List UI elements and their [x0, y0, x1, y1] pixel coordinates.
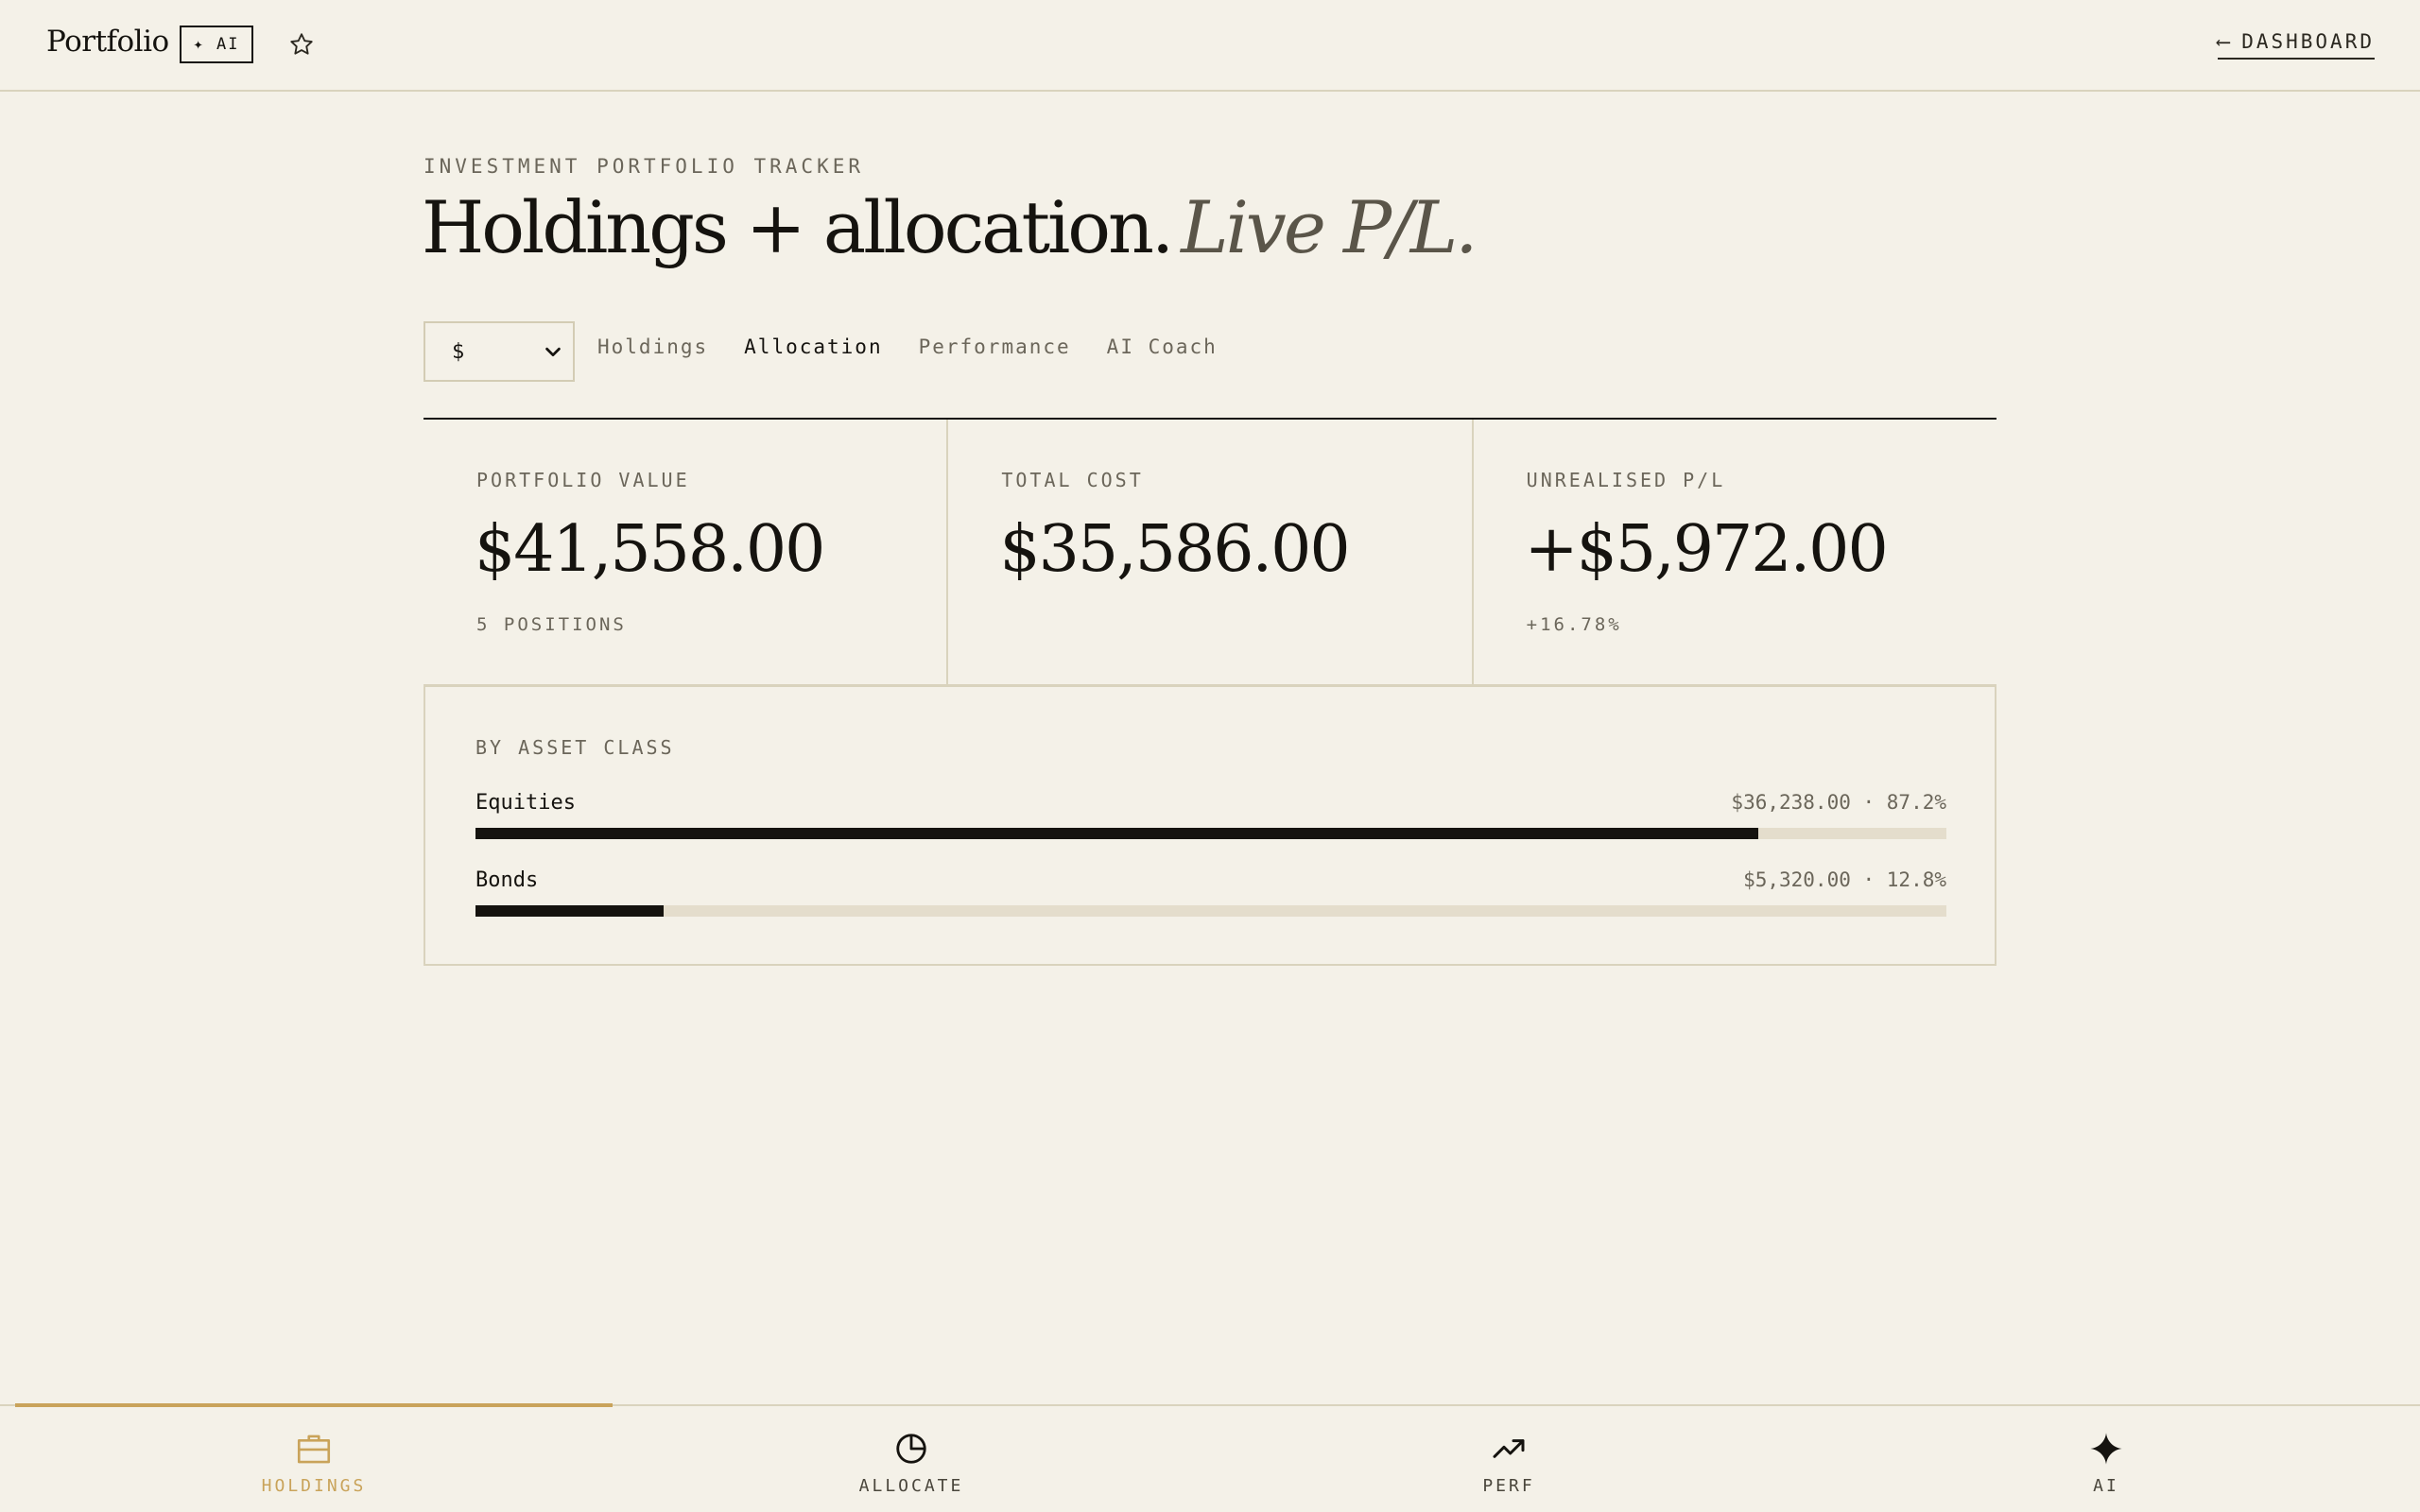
summary-stats: PORTFOLIO VALUE $41,558.00 5 POSITIONS T…	[424, 420, 1996, 686]
asset-row-equities: Equities $36,238.00 · 87.2%	[475, 791, 1946, 839]
view-tabs: Holdings Allocation Performance AI Coach	[597, 335, 1253, 358]
dashboard-link[interactable]: ⟵ DASHBOARD	[2217, 30, 2375, 60]
nav-label: HOLDINGS	[261, 1476, 367, 1496]
nav-label: PERF	[1482, 1476, 1535, 1496]
star-icon	[290, 33, 313, 55]
asset-name: Bonds	[475, 868, 539, 892]
stat-label: TOTAL COST	[1001, 469, 1144, 491]
allocation-bar-track	[475, 828, 1946, 839]
panel-title: BY ASSET CLASS	[475, 736, 675, 759]
stat-label: UNREALISED P/L	[1526, 469, 1726, 491]
asset-name: Equities	[475, 791, 576, 815]
tab-ai-coach[interactable]: AI Coach	[1107, 335, 1218, 358]
stat-sub: 5 POSITIONS	[476, 614, 627, 635]
tab-holdings[interactable]: Holdings	[597, 335, 708, 358]
page-eyebrow: INVESTMENT PORTFOLIO TRACKER	[424, 155, 865, 178]
stat-value: +$5,972.00	[1524, 512, 1889, 587]
stat-unrealised-pl: UNREALISED P/L +$5,972.00 +16.78%	[1471, 420, 1996, 684]
stat-sub: +16.78%	[1526, 614, 1622, 635]
asset-row-bonds: Bonds $5,320.00 · 12.8%	[475, 868, 1946, 917]
pie-chart-icon	[891, 1429, 931, 1469]
allocation-bar-fill	[475, 905, 665, 917]
stat-total-cost: TOTAL COST $35,586.00	[946, 420, 1471, 684]
arrow-left-icon: ⟵	[2217, 30, 2233, 53]
asset-class-panel: BY ASSET CLASS Equities $36,238.00 · 87.…	[424, 685, 1996, 966]
active-indicator	[1210, 1403, 1807, 1407]
nav-label: ALLOCATE	[858, 1476, 964, 1496]
asset-meta: $5,320.00 · 12.8%	[1743, 868, 1946, 891]
asset-meta: $36,238.00 · 87.2%	[1731, 791, 1946, 814]
page-title-main: Holdings + allocation.	[422, 185, 1174, 269]
allocation-bar-fill	[475, 828, 1758, 839]
stat-label: PORTFOLIO VALUE	[476, 469, 690, 491]
nav-holdings[interactable]: HOLDINGS	[15, 1403, 613, 1512]
active-indicator	[1807, 1403, 2405, 1407]
dashboard-link-label: DASHBOARD	[2241, 30, 2375, 53]
favorite-button[interactable]	[285, 28, 318, 60]
sparkle-icon	[2086, 1429, 2126, 1469]
page-title: Holdings + allocation. Live P/L.	[422, 185, 1478, 269]
chevron-down-icon	[545, 347, 561, 357]
nav-label: AI	[2093, 1476, 2119, 1496]
stat-portfolio-value: PORTFOLIO VALUE $41,558.00 5 POSITIONS	[424, 420, 946, 684]
active-indicator	[15, 1403, 613, 1407]
currency-select-value: $	[452, 339, 465, 364]
tab-performance[interactable]: Performance	[919, 335, 1071, 358]
bottom-nav: HOLDINGS ALLOCATE PERF AI	[0, 1403, 2420, 1512]
ai-badge-button[interactable]: ✦ AI	[180, 26, 253, 63]
tab-allocation[interactable]: Allocation	[744, 335, 882, 358]
brand-title: Portfolio	[46, 25, 169, 59]
stat-value: $35,586.00	[999, 512, 1350, 587]
active-indicator	[613, 1403, 1210, 1407]
nav-ai[interactable]: AI	[1807, 1406, 2405, 1512]
nav-allocate[interactable]: ALLOCATE	[613, 1406, 1210, 1512]
page-title-accent: Live P/L.	[1181, 185, 1478, 269]
stat-value: $41,558.00	[475, 512, 825, 587]
currency-select[interactable]: $	[424, 321, 575, 382]
top-bar: Portfolio ✦ AI ⟵ DASHBOARD	[0, 0, 2420, 92]
briefcase-icon	[294, 1429, 334, 1469]
nav-perf[interactable]: PERF	[1210, 1406, 1807, 1512]
allocation-bar-track	[475, 905, 1946, 917]
trending-up-icon	[1489, 1429, 1529, 1469]
